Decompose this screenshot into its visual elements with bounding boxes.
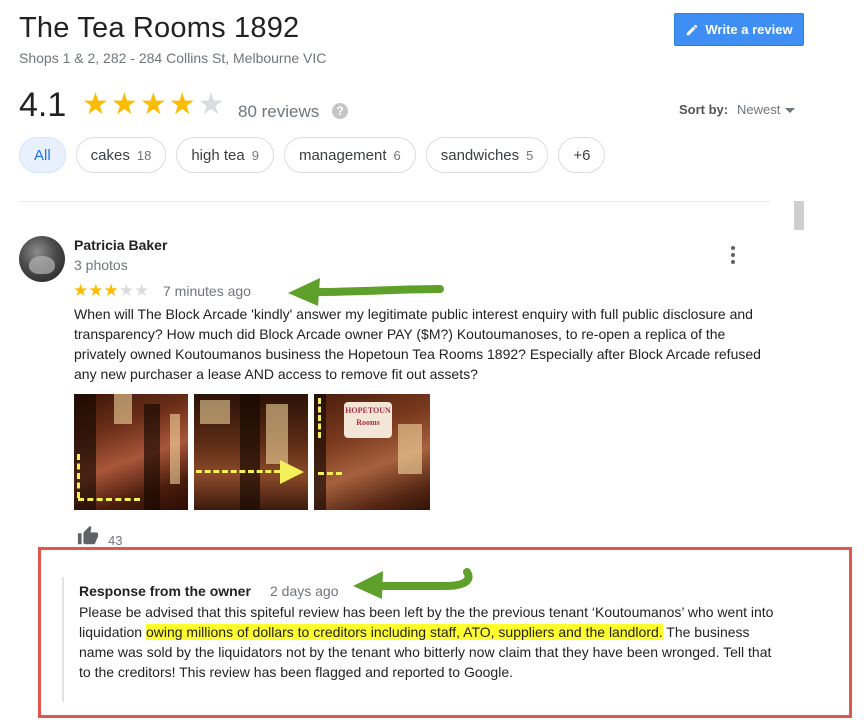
review-photo[interactable]: [74, 394, 188, 510]
chip-all[interactable]: All: [19, 137, 66, 173]
sort-label: Sort by:: [679, 102, 729, 117]
chip-count: 6: [393, 147, 401, 163]
owner-response-text: Please be advised that this spiteful rev…: [79, 602, 779, 682]
owner-response-time: 2 days ago: [270, 583, 339, 599]
response-indent-rule: [62, 577, 64, 702]
review-text: When will The Block Arcade 'kindly' answ…: [74, 306, 761, 382]
sort-dropdown[interactable]: Newest: [737, 102, 796, 117]
sort-value: Newest: [737, 102, 781, 117]
star-icon: ★: [88, 281, 104, 300]
star-icon: ★: [82, 88, 109, 121]
star-icon: ★: [118, 281, 134, 300]
review-count[interactable]: 80 reviews: [238, 102, 319, 122]
star-icon: ★: [134, 281, 150, 300]
average-rating-stars: ★ ★ ★ ★ ★: [82, 89, 225, 121]
review-photo[interactable]: [194, 394, 308, 510]
chip-count: 9: [251, 147, 259, 163]
chip-label: management: [298, 146, 387, 164]
star-icon: ★: [73, 281, 89, 300]
pencil-icon: [685, 23, 699, 37]
highlighted-text: owing millions of dollars to creditors i…: [145, 624, 663, 640]
avatar[interactable]: [19, 236, 65, 282]
scrollbar-thumb[interactable]: [794, 201, 804, 230]
star-icon: ★: [110, 88, 138, 121]
annotation-arrow: [353, 568, 473, 599]
chip-label: high tea: [191, 146, 245, 164]
average-rating: 4.1: [19, 86, 67, 124]
chip-label: All: [34, 146, 51, 164]
star-icon: ★: [168, 88, 196, 121]
chip-high-tea[interactable]: high tea 9: [176, 137, 274, 173]
annotation-arrow: [288, 278, 444, 306]
reviewer-name[interactable]: Patricia Baker: [74, 237, 167, 253]
chip-management[interactable]: management 6: [283, 137, 416, 173]
chip-count: 5: [526, 147, 534, 163]
help-icon[interactable]: ?: [332, 103, 348, 119]
divider: [19, 201, 771, 202]
review-photo[interactable]: HOPETOUN Rooms: [314, 394, 430, 510]
chip-sandwiches[interactable]: sandwiches 5: [425, 137, 549, 173]
chip-cakes[interactable]: cakes 18: [75, 137, 167, 173]
thumbs-up-icon[interactable]: [74, 525, 102, 547]
chip-label: sandwiches: [440, 146, 520, 164]
write-review-label: Write a review: [705, 22, 793, 37]
chip-label: +6: [573, 146, 591, 164]
place-title: The Tea Rooms 1892: [19, 12, 300, 44]
place-address: Shops 1 & 2, 282 - 284 Collins St, Melbo…: [19, 50, 327, 66]
review-time: 7 minutes ago: [163, 283, 251, 299]
reviewer-photo-count: 3 photos: [74, 257, 128, 273]
write-review-button[interactable]: Write a review: [674, 13, 804, 46]
star-icon: ★: [139, 88, 167, 121]
review-stars: ★ ★ ★ ★ ★: [73, 281, 149, 301]
chip-count: 18: [136, 147, 152, 163]
star-icon: ★: [103, 281, 119, 300]
photo-sign: HOPETOUN Rooms: [344, 402, 392, 438]
owner-response-heading: Response from the owner: [79, 583, 251, 599]
chevron-down-icon: [785, 108, 796, 113]
chip-label: cakes: [90, 146, 130, 164]
like-count: 43: [108, 533, 123, 548]
star-icon: ★: [197, 88, 225, 121]
more-options-icon[interactable]: [727, 246, 739, 264]
chip-more[interactable]: +6: [558, 137, 606, 173]
topic-chips: All cakes 18 high tea 9 management 6 san…: [19, 137, 606, 173]
